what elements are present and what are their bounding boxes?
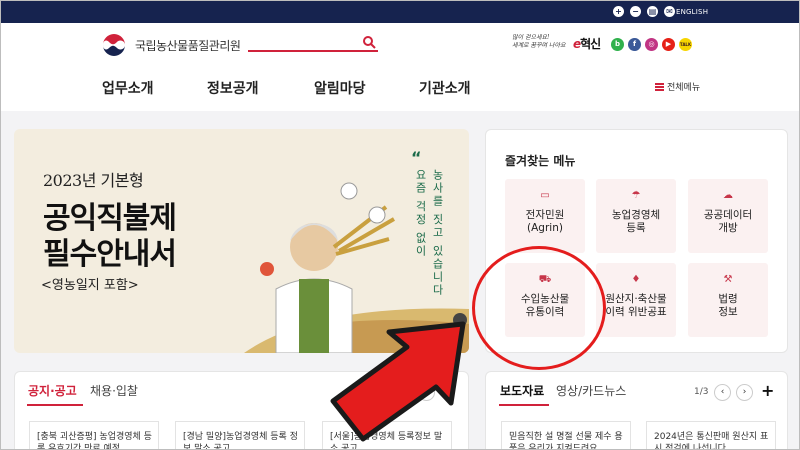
banner-title-2: 필수안내서 (43, 237, 177, 272)
tab-underline (27, 404, 83, 406)
all-menu-label: 전체메뉴 (667, 83, 701, 93)
monitor-icon: ▭ (540, 190, 550, 201)
notice-item[interactable]: [경남 밀양]농업경영체 등록 정보 말소 공고 (175, 421, 305, 449)
hamburger-icon (655, 82, 664, 91)
innovation-text: 혁신 (580, 37, 601, 51)
nav-item-notice[interactable]: 알림마당 (314, 78, 366, 98)
mail-icon[interactable]: ✉ (664, 6, 675, 17)
nav-item-disclosure[interactable]: 정보공개 (207, 78, 259, 98)
tab-video-news[interactable]: 영상/카드뉴스 (556, 382, 626, 399)
e-innovation-logo[interactable]: e혁신 (573, 35, 601, 52)
notice-item[interactable]: [충북 괴산증평] 농업경영체 등록 유효기간 만료 예정 (29, 421, 159, 449)
banner-vertical-text-1: 요즘 걱정 없이 (414, 169, 427, 258)
nav-item-about[interactable]: 기관소개 (419, 78, 471, 98)
press-more-button[interactable]: + (761, 381, 774, 400)
tile-public-data[interactable]: ☁ 공공데이터 개방 (688, 179, 768, 253)
all-menu-button[interactable]: 전체메뉴 (655, 80, 700, 93)
nav-item-business[interactable]: 업무소개 (102, 78, 154, 98)
gavel-icon: ⚒ (723, 274, 733, 285)
search-input[interactable] (248, 33, 378, 52)
notice-next-button[interactable]: › (418, 384, 435, 401)
umbrella-icon: ☂ (631, 190, 641, 201)
instagram-icon[interactable]: ◎ (645, 38, 658, 51)
press-prev-button[interactable]: ‹ (714, 384, 731, 401)
tile-label: 원산지·축산물 이력 위반공표 (605, 293, 667, 318)
tile-origin-violation[interactable]: ♦ 원산지·축산물 이력 위반공표 (596, 263, 676, 337)
tile-law-info[interactable]: ⚒ 법령 정보 (688, 263, 768, 337)
tile-e-civil[interactable]: ▭ 전자민원 (Agrin) (505, 179, 585, 253)
highlight-circle (472, 246, 606, 370)
tile-label: 전자민원 (Agrin) (525, 209, 565, 234)
press-next-button[interactable]: › (736, 384, 753, 401)
browser-frame: + − ▤ ✉ ENGLISH 국립농산물품질관리원 많이 걷으세요! 세계로 … (0, 0, 800, 450)
print-icon[interactable]: ▤ (647, 6, 658, 17)
youtube-icon[interactable]: ▶ (662, 38, 675, 51)
zoom-out-icon[interactable]: − (630, 6, 641, 17)
notice-page-indicator: 1/3 (378, 387, 393, 397)
quote-mark: “ (411, 148, 422, 167)
search-icon[interactable] (362, 35, 376, 49)
tile-farm-registration[interactable]: ☂ 농업경영체 등록 (596, 179, 676, 253)
social-links: b f ◎ ▶ TALK (611, 38, 692, 51)
tile-label: 공공데이터 개방 (703, 209, 753, 234)
kakaotalk-icon[interactable]: TALK (679, 38, 692, 51)
press-item[interactable]: 2024년은 통신판매 원산지 표시 점검에 나섭니다 (646, 421, 776, 449)
top-utility-bar: + − ▤ ✉ ENGLISH (1, 1, 799, 23)
english-link[interactable]: ENGLISH (676, 8, 708, 16)
blog-icon[interactable]: b (611, 38, 624, 51)
tab-notice[interactable]: 공지·공고 (28, 382, 77, 399)
tile-label: 법령 정보 (718, 293, 738, 318)
press-page-indicator: 1/3 (694, 387, 709, 397)
press-item[interactable]: 믿음직한 설 명절 선물 제수 용품은 우리가 지켜드려요 (501, 421, 631, 449)
banner-vertical-text-2: 농사를 짓고 있습니다 (431, 169, 444, 297)
facebook-icon[interactable]: f (628, 38, 641, 51)
zoom-in-icon[interactable]: + (613, 6, 624, 17)
notice-prev-button[interactable]: ‹ (397, 384, 414, 401)
tab-underline (499, 404, 549, 406)
slogan-line-1: 많이 걷으세요! (512, 34, 550, 41)
banner-year: 2023년 기본형 (43, 171, 144, 190)
org-name[interactable]: 국립농산물품질관리원 (135, 37, 241, 54)
favorite-menu-title: 즐겨찾는 메뉴 (505, 154, 576, 168)
slogan: 많이 걷으세요! 세계로 꿈꾸며 나아요 (512, 34, 566, 50)
slogan-line-2: 세계로 꿈꾸며 나아요 (512, 42, 566, 49)
tile-label: 농업경영체 등록 (611, 209, 661, 234)
tab-press[interactable]: 보도자료 (500, 382, 544, 399)
notice-more-button[interactable]: + (442, 381, 455, 400)
government-logo-icon[interactable] (99, 30, 129, 60)
notice-item[interactable]: [서울]농업경영체 등록정보 말소 공고 (322, 421, 452, 449)
pig-icon: ♦ (631, 274, 641, 285)
banner-subtitle: <영농일지 포함> (41, 278, 139, 293)
tab-recruit[interactable]: 채용·입찰 (90, 382, 138, 399)
cloud-icon: ☁ (723, 190, 733, 201)
